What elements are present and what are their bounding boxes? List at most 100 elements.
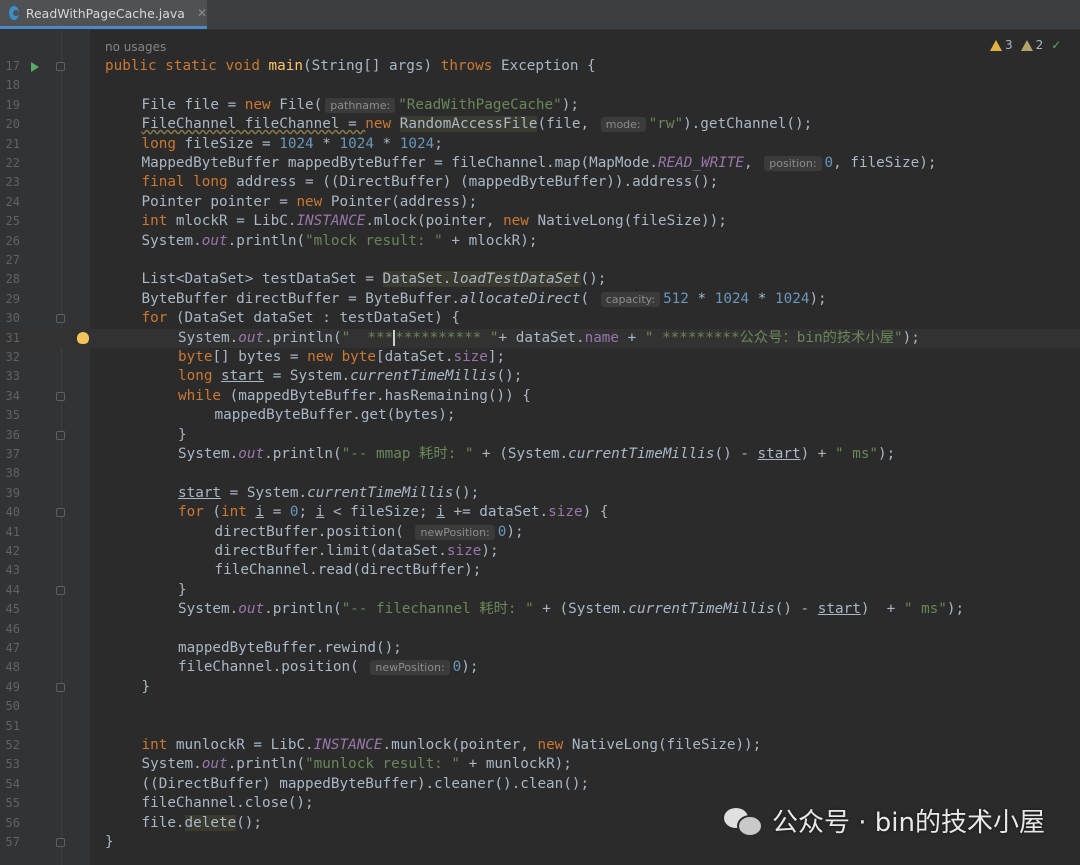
- line-number[interactable]: 48: [0, 658, 20, 677]
- line-number[interactable]: 50: [0, 697, 20, 716]
- line-number[interactable]: 54: [0, 775, 20, 794]
- code-line[interactable]: 28 List<DataSet> testDataSet = DataSet.lo…: [0, 270, 1080, 289]
- code-line[interactable]: 51: [0, 717, 1080, 736]
- code-line[interactable]: 50: [0, 697, 1080, 716]
- code-line[interactable]: 27: [0, 251, 1080, 270]
- code-token: (String[] args): [302, 58, 441, 74]
- line-number[interactable]: 52: [0, 736, 20, 755]
- line-number[interactable]: 25: [0, 212, 20, 231]
- code-line[interactable]: 23 final long address = ((DirectBuffer) (…: [0, 173, 1080, 192]
- line-number[interactable]: 24: [0, 193, 20, 212]
- code-line[interactable]: 21 long fileSize = 1024 * 1024 * 1024;: [0, 135, 1080, 154]
- tab-close-icon[interactable]: ✕: [197, 6, 207, 20]
- line-number[interactable]: 41: [0, 523, 20, 542]
- code-line[interactable]: 26 System.out.println("mlock result: " + …: [0, 232, 1080, 251]
- code-token: currentTimeMillis: [307, 484, 454, 501]
- code-token: for: [141, 310, 168, 327]
- line-number[interactable]: 47: [0, 639, 20, 658]
- line-number[interactable]: 30: [0, 309, 20, 328]
- line-number[interactable]: 56: [0, 814, 20, 833]
- line-number[interactable]: 17: [0, 57, 20, 76]
- code-line[interactable]: 31 System.out.println(" *** ********** "+ …: [0, 328, 1080, 348]
- line-number[interactable]: 23: [0, 173, 20, 192]
- line-number[interactable]: 22: [0, 154, 20, 173]
- code-line[interactable]: 54 ((DirectBuffer) mappedByteBuffer).clea…: [0, 775, 1080, 794]
- code-line[interactable]: 52 int munlockR = LibC.INSTANCE.munlock(p…: [0, 736, 1080, 755]
- code-line[interactable]: 41 directBuffer.position( newPosition: 0);: [0, 523, 1080, 542]
- file-tab[interactable]: ReadWithPageCache.java ✕: [0, 0, 207, 29]
- fold-icon[interactable]: [56, 585, 65, 595]
- line-number[interactable]: 51: [0, 717, 20, 736]
- line-number[interactable]: 33: [0, 367, 20, 386]
- line-number[interactable]: 28: [0, 270, 20, 289]
- line-number[interactable]: 49: [0, 678, 20, 697]
- code-text: final long address = ((DirectBuffer) (ma…: [142, 173, 719, 192]
- line-number[interactable]: 19: [0, 96, 20, 115]
- code-line[interactable]: 37 System.out.println("-- mmap 耗时: " + (S…: [0, 445, 1080, 464]
- line-number[interactable]: 53: [0, 755, 20, 774]
- line-number[interactable]: 42: [0, 542, 20, 561]
- line-number[interactable]: 34: [0, 387, 20, 406]
- line-number[interactable]: 43: [0, 561, 20, 580]
- code-line[interactable]: 25 int mlockR = LibC.INSTANCE.mlock(point…: [0, 212, 1080, 231]
- code-text: }: [178, 581, 187, 600]
- code-line[interactable]: 49}: [0, 678, 1080, 697]
- line-number[interactable]: 46: [0, 620, 20, 639]
- line-number[interactable]: 37: [0, 445, 20, 464]
- code-line[interactable]: 19 File file = new File(pathname: "ReadWit…: [0, 96, 1080, 115]
- line-number[interactable]: 18: [0, 76, 20, 95]
- code-line[interactable]: 53 System.out.println("munlock result: " …: [0, 755, 1080, 774]
- code-line[interactable]: 38: [0, 464, 1080, 483]
- fold-icon[interactable]: [56, 838, 65, 847]
- line-number[interactable]: 35: [0, 406, 20, 425]
- fold-icon[interactable]: [56, 314, 65, 324]
- line-number[interactable]: 39: [0, 484, 20, 503]
- code-line[interactable]: 30 for (DataSet dataSet : testDataSet) {: [0, 309, 1080, 328]
- code-line[interactable]: 40 for (int i = 0; i < fileSize; i += dat…: [0, 503, 1080, 522]
- line-number[interactable]: 26: [0, 232, 20, 251]
- line-number[interactable]: 40: [0, 503, 20, 522]
- code-line[interactable]: 36}: [0, 426, 1080, 445]
- line-number[interactable]: 55: [0, 794, 20, 813]
- code-text: long start = System.currentTimeMillis();: [178, 367, 522, 386]
- line-number[interactable]: 45: [0, 600, 20, 619]
- fold-icon[interactable]: [56, 62, 65, 71]
- line-number[interactable]: 57: [0, 833, 20, 852]
- line-number[interactable]: 38: [0, 464, 20, 483]
- fold-icon[interactable]: [56, 508, 65, 518]
- code-line[interactable]: 18: [0, 76, 1080, 95]
- line-number[interactable]: 27: [0, 251, 20, 270]
- code-line[interactable]: 48 fileChannel.position( newPosition: 0);: [0, 658, 1080, 677]
- fold-icon[interactable]: [56, 430, 65, 440]
- run-icon[interactable]: [31, 62, 39, 72]
- line-number[interactable]: 29: [0, 290, 20, 309]
- line-number[interactable]: 36: [0, 426, 20, 445]
- line-number[interactable]: 31: [0, 329, 20, 348]
- code-token: );: [561, 96, 579, 113]
- code-line[interactable]: 34 while (mappedByteBuffer.hasRemaining()…: [0, 387, 1080, 406]
- code-line[interactable]: 24 Pointer pointer = new Pointer(address)…: [0, 193, 1080, 212]
- code-line[interactable]: 32 byte[] bytes = new byte[dataSet.size];: [0, 348, 1080, 367]
- code-line[interactable]: 47 mappedByteBuffer.rewind();: [0, 639, 1080, 658]
- code-line[interactable]: 43 fileChannel.read(directBuffer);: [0, 561, 1080, 580]
- code-line[interactable]: 22 MappedByteBuffer mappedByteBuffer = fi…: [0, 154, 1080, 173]
- line-number[interactable]: 21: [0, 135, 20, 154]
- code-line[interactable]: 20 FileChannel fileChannel = new RandomAc…: [0, 115, 1080, 134]
- code-line[interactable]: 46: [0, 620, 1080, 639]
- code-line[interactable]: 39 start = System.currentTimeMillis();: [0, 484, 1080, 503]
- code-line[interactable]: 17 public static void main(String[] args)…: [0, 57, 1080, 76]
- code-line[interactable]: 44}: [0, 581, 1080, 600]
- code-line[interactable]: 33 long start = System.currentTimeMillis(…: [0, 367, 1080, 386]
- fold-icon[interactable]: [56, 682, 65, 692]
- code-line[interactable]: 35 mappedByteBuffer.get(bytes);: [0, 406, 1080, 425]
- code-line[interactable]: 29 ByteBuffer directBuffer = ByteBuffer.a…: [0, 290, 1080, 309]
- fold-icon[interactable]: [56, 391, 65, 401]
- line-number[interactable]: 20: [0, 115, 20, 134]
- line-number[interactable]: 32: [0, 348, 20, 367]
- lightbulb-icon[interactable]: [77, 331, 89, 344]
- line-number[interactable]: 44: [0, 581, 20, 600]
- code-line[interactable]: 42 directBuffer.limit(dataSet.size);: [0, 542, 1080, 561]
- code-editor[interactable]: no usages 17 public static void main(Stri…: [0, 30, 1080, 865]
- code-line[interactable]: 45 System.out.println("-- filechannel 耗时:…: [0, 600, 1080, 619]
- parameter-hint: position:: [764, 156, 822, 171]
